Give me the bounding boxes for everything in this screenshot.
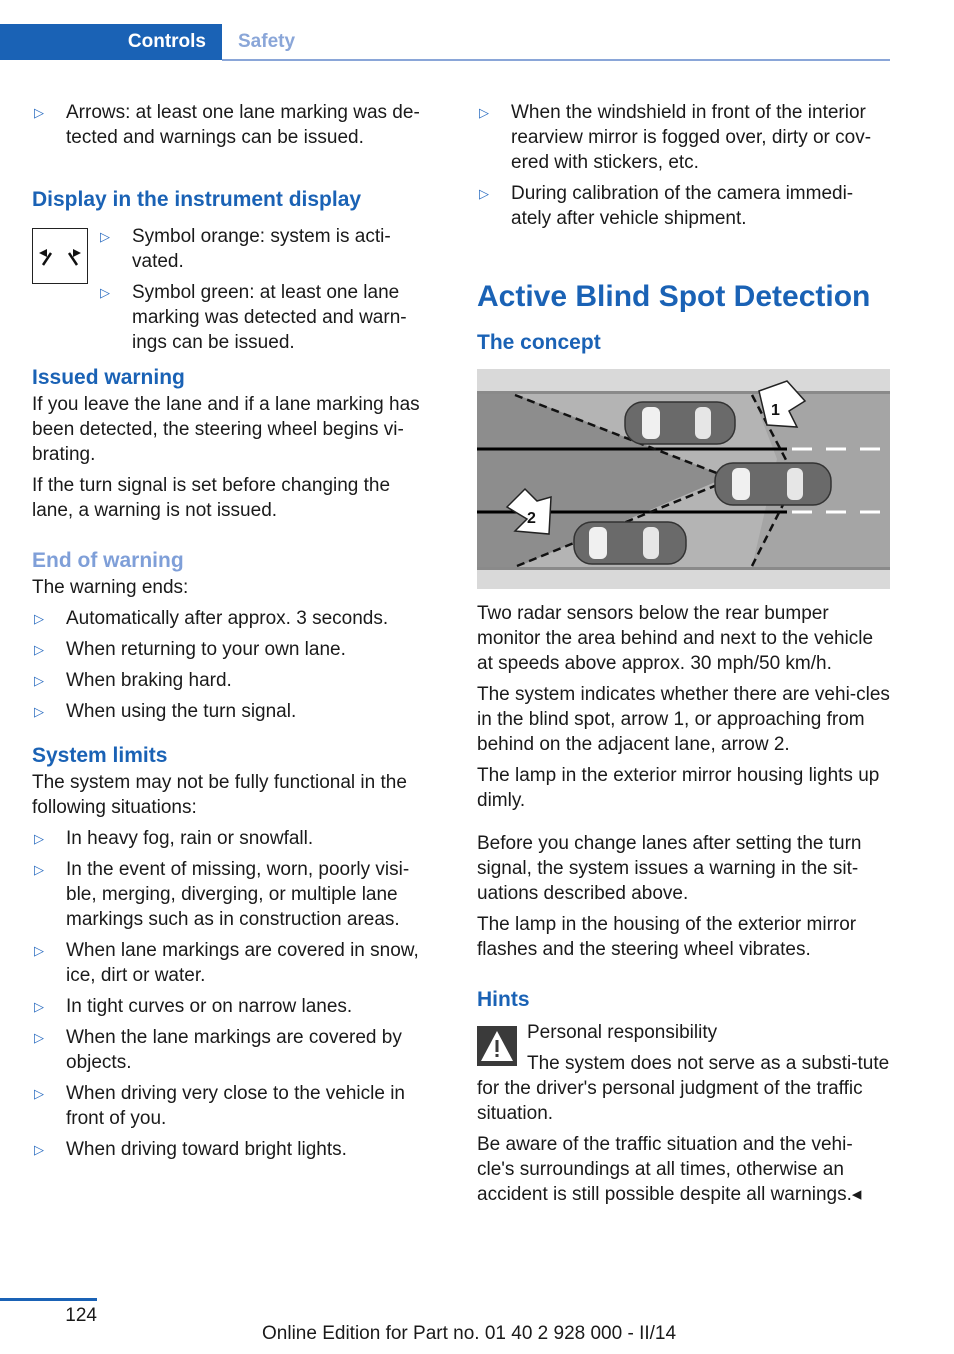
header-rule [222,59,890,61]
bullet-triangle-icon: ▷ [34,642,44,657]
paragraph: Be aware of the traffic situation and th… [477,1134,862,1205]
list-item: ▷ In the event of missing, worn, poorly v… [34,859,410,930]
warning-triangle-icon [477,1026,517,1066]
car-own [714,462,832,506]
list-item: ▷ In heavy fog, rain or snowfall. [34,828,314,849]
page-title: Active Blind Spot Detection [477,280,871,313]
warning-text: The system does not serve as a substi-tu… [477,1053,890,1124]
bullet-triangle-icon: ▷ [34,1086,44,1101]
arrow-1-label: 1 [771,402,780,419]
list-item: ▷ When the lane markings are covered by o… [34,1027,402,1073]
list-item: ▷ During calibration of the camera immedi… [479,183,854,229]
bullet-triangle-icon: ▷ [34,831,44,846]
bullet-triangle-icon: ▷ [34,105,44,120]
display-section: ▷ Symbol orange: system is acti-vated. ▷ S… [32,224,432,364]
edition-note: Online Edition for Part no. 01 40 2 928 … [262,1323,677,1344]
list-item: ▷ When the windshield in front of the int… [479,102,872,173]
section-heading-concept: The concept [477,331,601,354]
section-heading-hints: Hints [477,988,530,1011]
car-top [624,401,736,445]
section-heading-end-of-warning: End of warning [32,549,184,572]
list-item: ▷ Automatically after approx. 3 seconds. [34,608,389,629]
blind-spot-diagram: 1 2 [477,369,890,589]
section-heading-display: Display in the instrument display [32,188,362,211]
paragraph: The lamp in the exterior mirror housing … [477,765,880,811]
paragraph: If you leave the lane and if a lane mark… [32,394,420,465]
car-bottom [573,521,687,565]
lane-departure-icon [32,228,88,284]
bullet-triangle-icon: ▷ [34,862,44,877]
bullet-triangle-icon: ▷ [34,943,44,958]
bullet-triangle-icon: ▷ [34,704,44,719]
list-item: ▷ Symbol green: at least one lane marking… [100,282,407,353]
page-number: 124 [65,1305,97,1326]
paragraph: The warning ends: [32,577,189,598]
right-column: ▷ When the windshield in front of the int… [477,100,890,1213]
chapter-header: Controls Safety [0,24,890,62]
bullet-triangle-icon: ▷ [100,285,110,300]
warning-note: Personal responsibility The system does … [477,1020,890,1126]
list-item: ▷ When using the turn signal. [34,701,297,722]
bullet-triangle-icon: ▷ [34,1030,44,1045]
list-item: ▷ When driving very close to the vehicle … [34,1083,405,1129]
bullet-triangle-icon: ▷ [34,611,44,626]
footer-rule [0,1298,97,1301]
bullet-triangle-icon: ▷ [100,229,110,244]
paragraph: If the turn signal is set before changin… [32,475,391,521]
arrow-2-label: 2 [527,510,536,527]
warning-title: Personal responsibility [527,1022,718,1043]
tab-controls[interactable]: Controls [0,24,222,60]
bullet-triangle-icon: ▷ [34,1142,44,1157]
paragraph: Before you change lanes after setting th… [477,833,862,904]
list-item: ▷ When braking hard. [34,670,232,691]
list-item: ▷ When driving toward bright lights. [34,1139,347,1160]
bullet-triangle-icon: ▷ [34,999,44,1014]
list-item: ▷ Symbol orange: system is acti-vated. [100,226,391,272]
tab-safety[interactable]: Safety [238,24,295,60]
paragraph: Two radar sensors below the rear bumper … [477,603,874,674]
paragraph: The system indicates whether there are v… [477,684,890,755]
bullet-triangle-icon: ▷ [34,673,44,688]
list-item: ▷ Arrows: at least one lane marking was d… [34,102,420,148]
bullet-triangle-icon: ▷ [479,105,489,120]
section-heading-system-limits: System limits [32,744,168,767]
paragraph: The system may not be fully functional i… [32,772,407,818]
list-item: ▷ When returning to your own lane. [34,639,346,660]
section-heading-issued-warning: Issued warning [32,366,185,389]
list-item: ▷ When lane markings are covered in snow,… [34,940,419,986]
bullet-triangle-icon: ▷ [479,186,489,201]
list-item: ▷ In tight curves or on narrow lanes. [34,996,353,1017]
left-column: ▷ Arrows: at least one lane marking was d… [32,100,432,1168]
paragraph: The lamp in the housing of the exterior … [477,914,857,960]
